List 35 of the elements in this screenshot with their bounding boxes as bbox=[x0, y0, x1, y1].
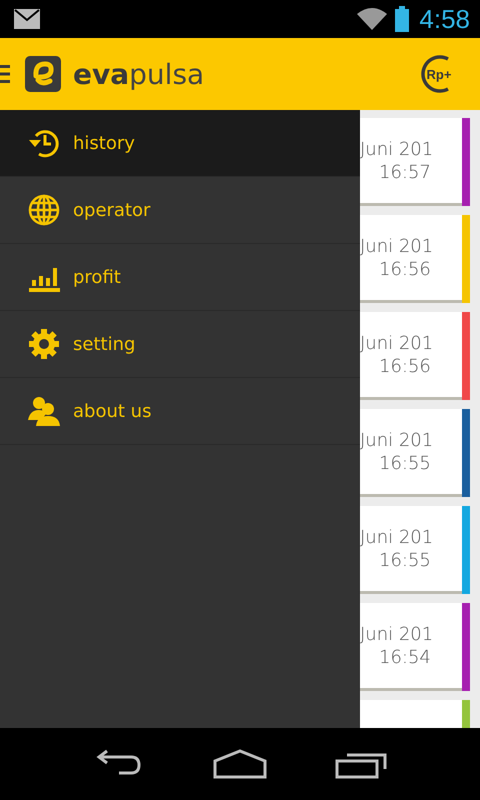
drawer-item[interactable]: history bbox=[0, 110, 360, 177]
transaction-date: Juni 201 bbox=[360, 526, 434, 549]
transaction-time: 16:57 bbox=[378, 161, 432, 184]
transaction-date: Juni 201 bbox=[360, 623, 434, 646]
home-icon[interactable] bbox=[213, 749, 267, 779]
drawer-item[interactable]: about us bbox=[0, 378, 360, 445]
transaction-time: 16:54 bbox=[378, 646, 432, 669]
transaction-card[interactable]: Juni 201 16:56 bbox=[360, 215, 470, 303]
email-icon bbox=[14, 9, 40, 29]
transaction-card[interactable]: Juni 201 16:55 bbox=[360, 506, 470, 594]
drawer-item[interactable]: operator bbox=[0, 177, 360, 244]
transaction-date: Juni 201 bbox=[360, 332, 434, 355]
menu-icon[interactable] bbox=[0, 63, 10, 85]
logo-icon bbox=[25, 56, 61, 92]
transaction-card[interactable]: Juni 201 16:57 bbox=[360, 118, 470, 206]
transaction-time: 16:55 bbox=[378, 452, 432, 475]
top-up-button[interactable]: Rp+ bbox=[418, 53, 460, 95]
transaction-date: Juni 201 bbox=[360, 429, 434, 452]
transaction-time: 16:56 bbox=[378, 258, 432, 281]
clock: 4:58 bbox=[419, 4, 470, 34]
drawer-item[interactable]: profit bbox=[0, 244, 360, 311]
wifi-icon bbox=[357, 8, 388, 30]
drawer-item[interactable]: setting bbox=[0, 311, 360, 378]
transaction-time: 16:56 bbox=[378, 355, 432, 378]
app-title: evapulsa bbox=[73, 58, 204, 90]
transaction-card[interactable]: Juni 201 16:54 bbox=[360, 603, 470, 691]
transaction-card[interactable]: Juni 201 16:55 bbox=[360, 409, 470, 497]
settings-icon bbox=[27, 327, 61, 361]
transaction-time: 16:55 bbox=[378, 549, 432, 572]
battery-icon bbox=[395, 6, 410, 32]
transaction-date: Juni 201 bbox=[360, 138, 434, 161]
transaction-card[interactable]: Juni 201 16:56 bbox=[360, 312, 470, 400]
globe-icon bbox=[27, 193, 61, 227]
transaction-date: Juni 201 bbox=[360, 235, 434, 258]
people-icon bbox=[27, 394, 61, 428]
